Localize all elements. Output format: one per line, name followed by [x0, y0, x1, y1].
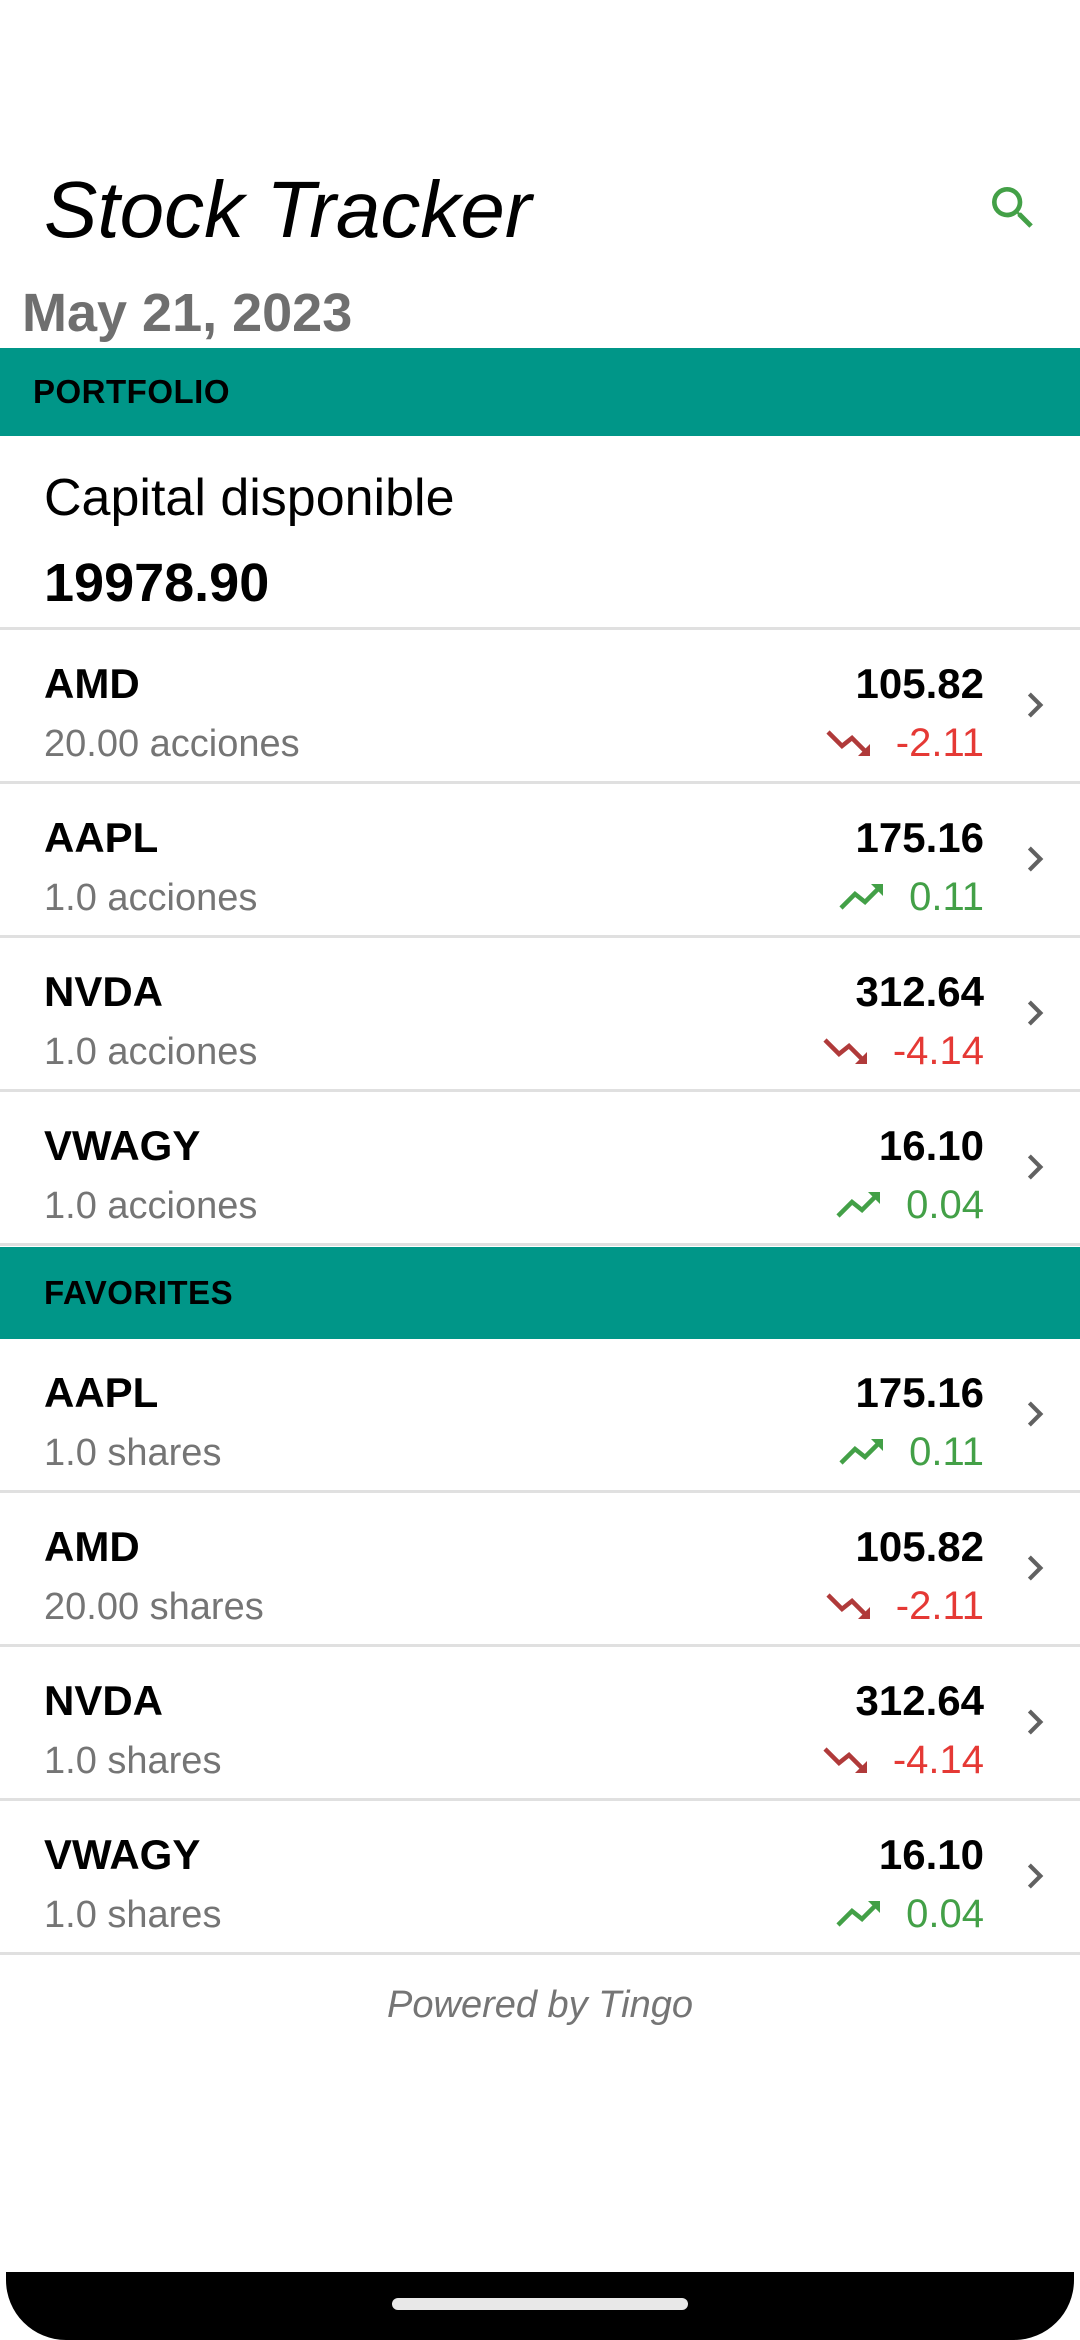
chevron-right-icon — [1027, 1863, 1044, 1889]
stock-symbol: NVDA — [44, 968, 164, 1015]
section-header-favorites: FAVORITES — [0, 1247, 1080, 1339]
stock-shares: 1.0 acciones — [44, 1031, 258, 1073]
available-capital: Capital disponible 19978.90 — [0, 436, 1080, 630]
trending-down-icon — [823, 1747, 867, 1773]
trending-up-icon — [836, 1901, 881, 1927]
capital-label: Capital disponible — [44, 469, 455, 527]
chevron-right-icon — [1027, 1709, 1044, 1735]
stock-row-vwagy[interactable]: VWAGY 1.0 shares 16.10 0.04 — [0, 1801, 1080, 1955]
stock-change-value: -4.14 — [892, 1029, 984, 1073]
stock-change-value: 0.04 — [906, 1892, 984, 1936]
stock-price: 105.82 — [855, 1523, 984, 1570]
stock-change-value: 0.04 — [906, 1183, 984, 1227]
stock-change: 0.11 — [839, 1427, 984, 1477]
stock-price: 312.64 — [855, 968, 984, 1015]
home-indicator[interactable] — [392, 2298, 688, 2310]
chevron-right-icon — [1027, 846, 1044, 872]
stock-change: 0.04 — [836, 1180, 984, 1230]
search-icon — [992, 187, 1033, 228]
stock-symbol: AMD — [44, 660, 140, 707]
section-label-favorites: FAVORITES — [44, 1274, 234, 1311]
stock-change: 0.11 — [839, 872, 984, 922]
chevron-right-icon — [1027, 1555, 1044, 1581]
stock-symbol: VWAGY — [44, 1831, 201, 1878]
stock-row-aapl[interactable]: AAPL 1.0 shares 175.16 0.11 — [0, 1339, 1080, 1493]
stock-row-vwagy[interactable]: VWAGY 1.0 acciones 16.10 0.04 — [0, 1092, 1080, 1246]
stock-shares: 1.0 shares — [44, 1740, 222, 1782]
stock-symbol: NVDA — [44, 1677, 164, 1724]
stock-shares: 20.00 acciones — [44, 723, 300, 765]
stock-shares: 1.0 shares — [44, 1894, 222, 1936]
app-header: Stock Tracker May 21, 2023 — [0, 0, 1080, 348]
stock-change: -4.14 — [823, 1026, 984, 1076]
trending-up-icon — [839, 884, 884, 910]
stock-row-aapl[interactable]: AAPL 1.0 acciones 175.16 0.11 — [0, 784, 1080, 938]
chevron-right-icon — [1027, 1154, 1044, 1180]
stock-change: -4.14 — [823, 1735, 984, 1785]
favorites-list: AAPL 1.0 shares 175.16 0.11 AMD 20.00 shares 1… — [0, 1339, 1080, 1955]
stock-price: 105.82 — [855, 660, 984, 707]
section-header-portfolio: PORTFOLIO — [0, 348, 1080, 436]
stock-symbol: VWAGY — [44, 1122, 201, 1169]
stock-change-value: 0.11 — [909, 875, 984, 919]
stock-symbol: AMD — [44, 1523, 140, 1570]
footer-credit: Powered by Tingo — [387, 1984, 693, 2026]
stock-change: -2.11 — [826, 718, 984, 768]
stock-change: -2.11 — [826, 1581, 984, 1631]
stock-row-amd[interactable]: AMD 20.00 shares 105.82 -2.11 — [0, 1493, 1080, 1647]
stock-price: 175.16 — [855, 814, 984, 861]
section-label-portfolio: PORTFOLIO — [33, 373, 230, 410]
stock-change-value: 0.11 — [909, 1430, 984, 1474]
trending-down-icon — [826, 1593, 870, 1619]
current-date: May 21, 2023 — [22, 283, 353, 343]
stock-price: 175.16 — [855, 1369, 984, 1416]
portfolio-list: AMD 20.00 acciones 105.82 -2.11 AAPL 1.0 acci… — [0, 630, 1080, 1246]
capital-value: 19978.90 — [44, 553, 270, 613]
stock-shares: 1.0 shares — [44, 1432, 222, 1474]
stock-price: 16.10 — [878, 1122, 984, 1169]
trending-down-icon — [823, 1038, 867, 1064]
trending-up-icon — [839, 1439, 884, 1465]
chevron-right-icon — [1027, 1401, 1044, 1427]
stock-price: 312.64 — [855, 1677, 984, 1724]
trending-up-icon — [836, 1192, 881, 1218]
stock-row-nvda[interactable]: NVDA 1.0 acciones 312.64 -4.14 — [0, 938, 1080, 1092]
stock-shares: 20.00 shares — [44, 1586, 264, 1628]
stock-change-value: -2.11 — [895, 1584, 984, 1628]
stock-shares: 1.0 acciones — [44, 1185, 258, 1227]
stock-symbol: AAPL — [44, 1369, 159, 1416]
trending-down-icon — [826, 730, 870, 756]
stock-shares: 1.0 acciones — [44, 877, 258, 919]
stock-change-value: -2.11 — [895, 721, 984, 765]
stock-change: 0.04 — [836, 1889, 984, 1939]
chevron-right-icon — [1027, 1000, 1044, 1026]
stock-change-value: -4.14 — [892, 1738, 984, 1782]
stock-symbol: AAPL — [44, 814, 159, 861]
stock-row-amd[interactable]: AMD 20.00 acciones 105.82 -2.11 — [0, 630, 1080, 784]
stock-price: 16.10 — [878, 1831, 984, 1878]
app-title: Stock Tracker — [44, 165, 532, 254]
search-button[interactable] — [980, 175, 1046, 241]
stock-row-nvda[interactable]: NVDA 1.0 shares 312.64 -4.14 — [0, 1647, 1080, 1801]
chevron-right-icon — [1027, 692, 1044, 718]
